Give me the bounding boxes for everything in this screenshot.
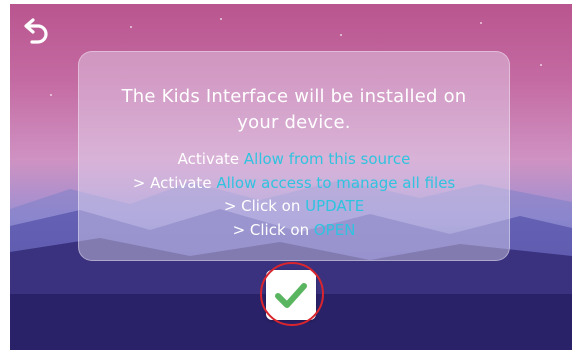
step-highlight: Allow from this source	[243, 150, 411, 168]
step-prefix: Activate	[177, 150, 244, 168]
confirm-button[interactable]	[266, 270, 316, 320]
checkmark-icon	[275, 283, 307, 308]
step-prefix: > Click on	[223, 197, 306, 215]
instruction-step: Activate Allow from this source	[79, 149, 509, 169]
back-arrow-icon	[24, 18, 48, 44]
back-button[interactable]	[20, 14, 54, 48]
instruction-step: > Activate Allow access to manage all fi…	[79, 173, 509, 193]
instruction-step: > Click on OPEN	[79, 220, 509, 240]
step-highlight: OPEN	[313, 221, 356, 239]
install-info-dialog: The Kids Interface will be installed on …	[78, 51, 510, 261]
step-highlight: UPDATE	[305, 197, 365, 215]
kids-interface-screen: The Kids Interface will be installed on …	[10, 4, 572, 350]
step-highlight: Allow access to manage all files	[216, 174, 456, 192]
step-prefix: > Activate	[132, 174, 217, 192]
step-prefix: > Click on	[232, 221, 314, 239]
dialog-title: The Kids Interface will be installed on …	[121, 86, 467, 133]
instruction-step: > Click on UPDATE	[79, 196, 509, 216]
